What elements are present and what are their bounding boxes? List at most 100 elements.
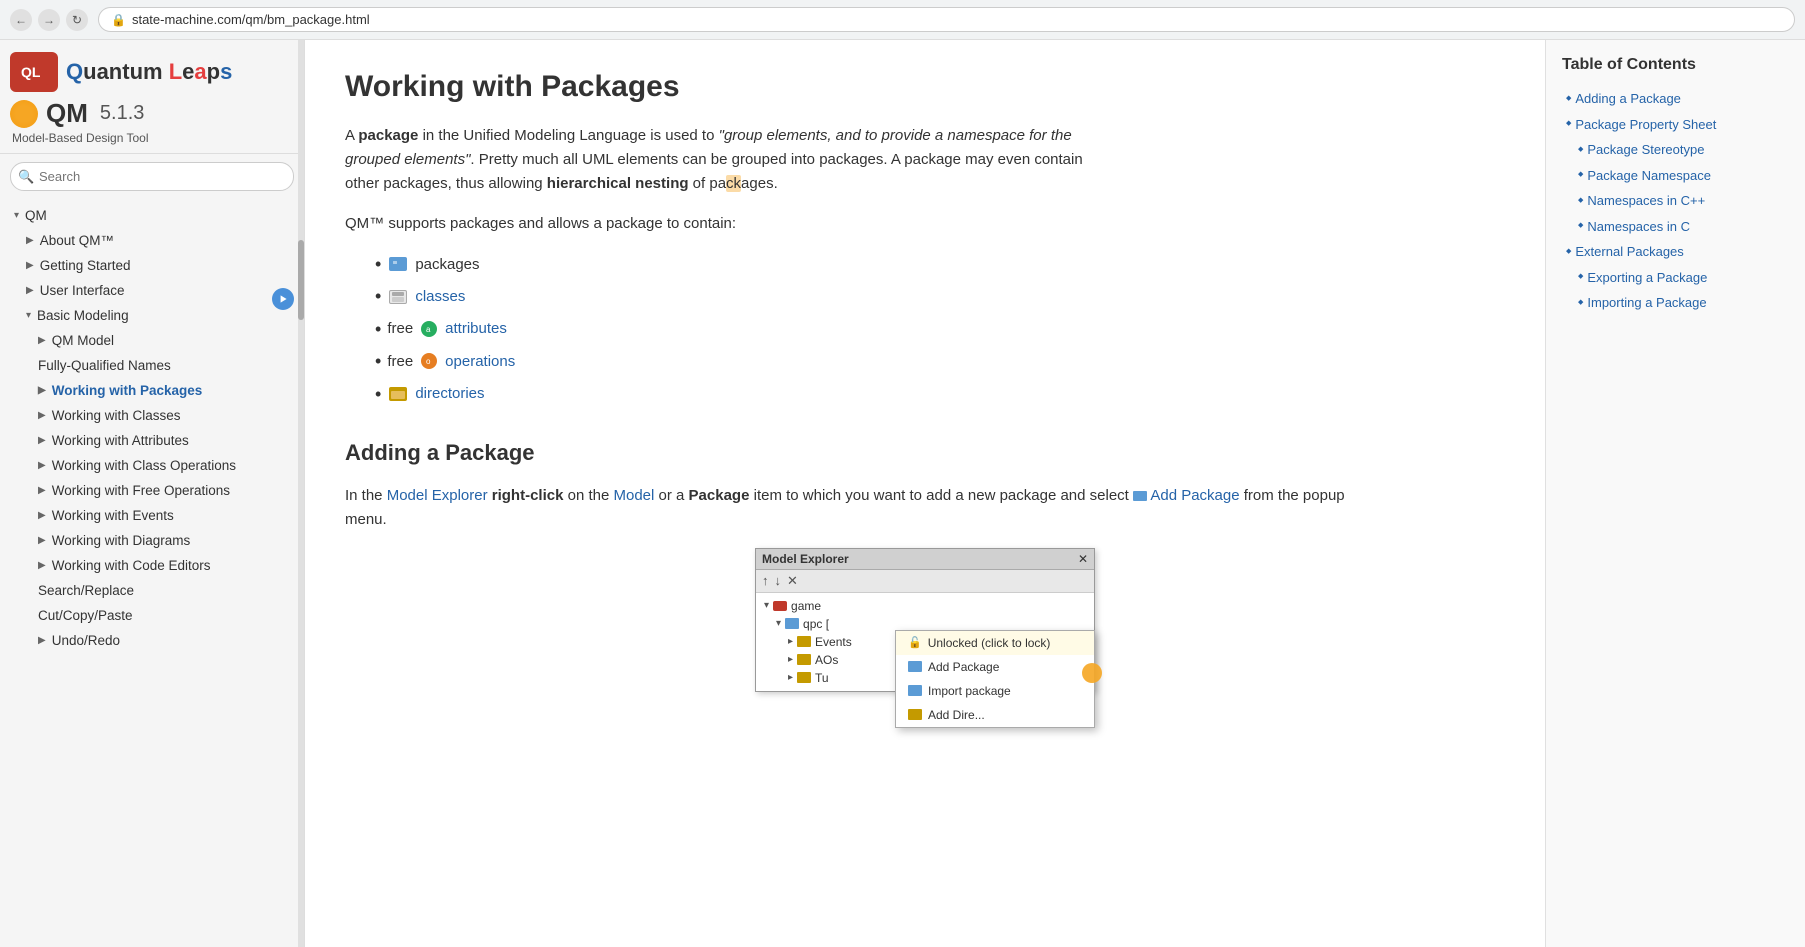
toc-item-package-property-sheet[interactable]: Package Property Sheet	[1562, 112, 1789, 138]
me-tree-label: game	[791, 599, 821, 613]
back-button[interactable]: ←	[10, 9, 32, 31]
search-box[interactable]: 🔍	[10, 162, 294, 191]
ctx-item-add-directory[interactable]: Add Dire...	[896, 703, 1094, 727]
arrow-icon: ▶	[38, 460, 46, 471]
toc-item-namespaces-cpp[interactable]: Namespaces in C++	[1562, 188, 1789, 214]
toc-item-label: Package Stereotype	[1587, 140, 1704, 160]
sidebar-item-qm-model[interactable]: ▶ QM Model	[0, 328, 304, 353]
sidebar-item-working-with-events[interactable]: ▶ Working with Events	[0, 503, 304, 528]
me-x-icon[interactable]: ✕	[787, 573, 798, 589]
package-icon	[389, 257, 407, 271]
list-item-classes: classes	[375, 280, 1505, 312]
sidebar-item-working-with-attributes[interactable]: ▶ Working with Attributes	[0, 428, 304, 453]
sidebar-item-label: Working with Events	[52, 508, 174, 523]
intro-paragraph-1: A package in the Unified Modeling Langua…	[345, 124, 1085, 196]
sidebar-item-label: Working with Class Operations	[52, 458, 236, 473]
classes-link[interactable]: classes	[415, 283, 465, 310]
me-title-text: Model Explorer	[762, 552, 849, 566]
me-titlebar: Model Explorer ✕	[756, 549, 1094, 570]
url-text: state-machine.com/qm/bm_package.html	[132, 12, 370, 27]
sidebar-item-label: About QM™	[40, 233, 114, 248]
sidebar-item-basic-modeling[interactable]: ▾ Basic Modeling	[0, 303, 304, 328]
sidebar-item-working-with-diagrams[interactable]: ▶ Working with Diagrams	[0, 528, 304, 553]
app-name: QM	[46, 98, 88, 129]
sidebar-item-label: Working with Classes	[52, 408, 181, 423]
model-explorer-link[interactable]: Model Explorer	[387, 487, 488, 504]
scrollbar-track[interactable]	[298, 40, 304, 947]
arrow-icon: ▶	[38, 335, 46, 346]
forward-button[interactable]: →	[38, 9, 60, 31]
search-input[interactable]	[10, 162, 294, 191]
sidebar-item-search-replace[interactable]: Search/Replace	[0, 578, 304, 603]
nav-forward-button[interactable]	[272, 288, 294, 310]
sidebar-item-label: Getting Started	[40, 258, 131, 273]
sidebar-item-about-qm[interactable]: ▶ About QM™	[0, 228, 304, 253]
svg-text:a: a	[426, 325, 431, 334]
operations-icon: o	[421, 353, 437, 369]
me-close-icon[interactable]: ✕	[1078, 552, 1088, 566]
me-down-icon[interactable]: ↓	[775, 573, 782, 589]
arrow-icon: ▶	[38, 410, 46, 421]
list-item-text: packages	[415, 251, 479, 278]
ctx-item-import-package[interactable]: Import package	[896, 679, 1094, 703]
toc-item-adding-package[interactable]: Adding a Package	[1562, 86, 1789, 112]
operations-link[interactable]: operations	[445, 348, 515, 375]
model-link[interactable]: Model	[614, 487, 655, 504]
sidebar-item-getting-started[interactable]: ▶ Getting Started	[0, 253, 304, 278]
sidebar-item-label: Cut/Copy/Paste	[38, 608, 133, 623]
right-click-bold: right-click	[492, 487, 564, 504]
sidebar-item-cut-copy-paste[interactable]: Cut/Copy/Paste	[0, 603, 304, 628]
context-menu-box: 🔓 Unlocked (click to lock) Add Package I	[895, 630, 1095, 728]
me-folder-icon	[797, 636, 811, 647]
sidebar-item-qm[interactable]: ▾ QM	[0, 203, 304, 228]
toc-item-importing-package[interactable]: Importing a Package	[1562, 290, 1789, 316]
ctx-item-add-package[interactable]: Add Package	[896, 655, 1094, 679]
expand-icon: ▸	[788, 654, 793, 665]
cursor-highlight	[1082, 663, 1102, 683]
sidebar-item-undo-redo[interactable]: ▶ Undo/Redo	[0, 628, 304, 653]
list-item-attributes: free a attributes	[375, 313, 1505, 345]
sidebar-item-fully-qualified-names[interactable]: Fully-Qualified Names	[0, 353, 304, 378]
table-of-contents: Table of Contents Adding a Package Packa…	[1545, 40, 1805, 947]
me-tree-label: Tu	[815, 671, 829, 685]
add-package-link[interactable]: Add Package	[1150, 487, 1239, 504]
address-bar[interactable]: 🔒 state-machine.com/qm/bm_package.html	[98, 7, 1795, 32]
arrow-icon: ▾	[26, 310, 31, 321]
scrollbar-thumb[interactable]	[298, 240, 304, 320]
toc-item-label: Adding a Package	[1575, 89, 1681, 109]
me-pkg-icon	[785, 618, 799, 629]
sidebar-item-working-with-code-editors[interactable]: ▶ Working with Code Editors	[0, 553, 304, 578]
browser-nav-buttons: ← → ↻	[10, 9, 88, 31]
sidebar-item-working-with-free-operations[interactable]: ▶ Working with Free Operations	[0, 478, 304, 503]
context-menu: 🔓 Unlocked (click to lock) Add Package I	[835, 628, 1095, 728]
arrow-icon: ▶	[38, 535, 46, 546]
toc-item-external-packages[interactable]: External Packages	[1562, 239, 1789, 265]
sidebar-item-working-with-packages[interactable]: ▶ Working with Packages	[0, 378, 304, 403]
sidebar-item-working-with-class-operations[interactable]: ▶ Working with Class Operations	[0, 453, 304, 478]
reload-button[interactable]: ↻	[66, 9, 88, 31]
arrow-icon: ▶	[26, 260, 34, 271]
bullet-list: packages classes free a attributes free …	[375, 248, 1505, 410]
directories-link[interactable]: directories	[415, 380, 484, 407]
me-tree-row-game: ▾ game	[760, 597, 1090, 615]
pkg-icon-inline	[1133, 491, 1147, 501]
toc-item-package-namespace[interactable]: Package Namespace	[1562, 163, 1789, 189]
attributes-link[interactable]: attributes	[445, 315, 507, 342]
app-logo-icon: QL	[10, 52, 58, 92]
toc-item-package-stereotype[interactable]: Package Stereotype	[1562, 137, 1789, 163]
search-icon: 🔍	[18, 169, 34, 185]
list-item-operations: free o operations	[375, 345, 1505, 377]
package-description-italic: "group elements, and to provide a namesp…	[345, 127, 1072, 168]
ctx-item-lock[interactable]: 🔓 Unlocked (click to lock)	[896, 631, 1094, 655]
toc-item-exporting-package[interactable]: Exporting a Package	[1562, 265, 1789, 291]
toc-item-namespaces-c[interactable]: Namespaces in C	[1562, 214, 1789, 240]
arrow-icon: ▾	[14, 210, 19, 221]
toc-item-label: Package Namespace	[1587, 166, 1711, 186]
ctx-label-lock: Unlocked (click to lock)	[928, 636, 1051, 650]
package-item-bold: Package	[689, 487, 750, 504]
sidebar: QL Quantum Leaps QM 5.1.3 Model-Based De…	[0, 40, 305, 947]
me-up-icon[interactable]: ↑	[762, 573, 769, 589]
sidebar-item-working-with-classes[interactable]: ▶ Working with Classes	[0, 403, 304, 428]
toc-item-label: Namespaces in C	[1587, 217, 1690, 237]
sidebar-item-user-interface[interactable]: ▶ User Interface	[0, 278, 304, 303]
